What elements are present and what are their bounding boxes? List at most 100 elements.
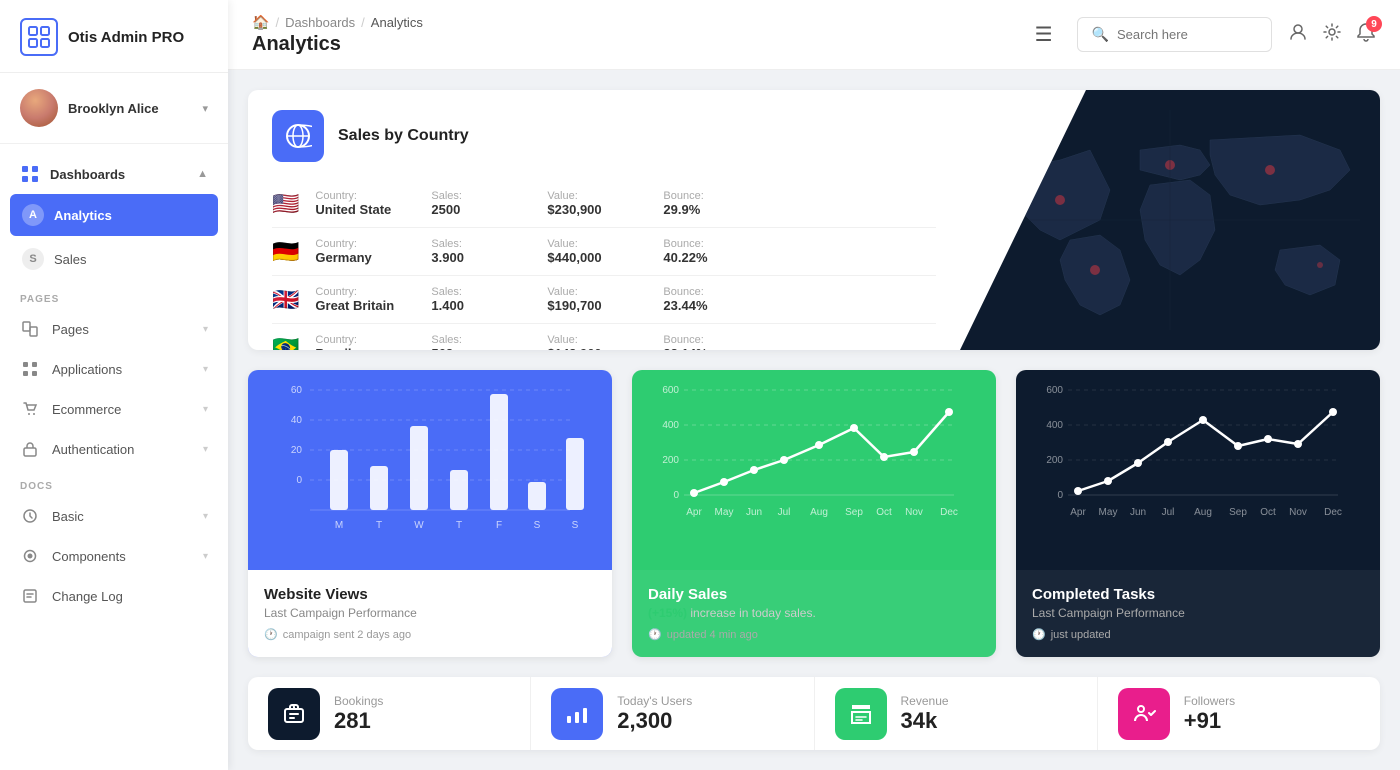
clock-icon3: 🕐 [1032, 628, 1046, 641]
sidebar-item-sales[interactable]: S Sales [10, 238, 218, 280]
settings-icon[interactable] [1322, 22, 1342, 47]
svg-text:Sep: Sep [1229, 507, 1247, 518]
chevron-up-icon: ▲ [197, 168, 208, 180]
col-value: $230,900 [547, 202, 647, 217]
sidebar-label-ecommerce: Ecommerce [52, 402, 191, 417]
line-chart-svg-green: 600 400 200 0 [648, 370, 980, 540]
svg-text:600: 600 [662, 385, 679, 396]
search-box: 🔍 [1077, 17, 1272, 52]
svg-text:M: M [335, 520, 343, 531]
sidebar-item-changelog[interactable]: Change Log [0, 576, 228, 616]
stat-today-users: Today's Users 2,300 [531, 677, 814, 750]
page-title: Analytics [252, 33, 1019, 56]
completed-tasks-info: Completed Tasks Last Campaign Performanc… [1016, 570, 1380, 657]
flag-br: 🇧🇷 [272, 335, 299, 351]
col-label: Country: [315, 190, 415, 202]
svg-text:Jul: Jul [778, 507, 791, 518]
followers-icon [1118, 688, 1170, 740]
sidebar-item-analytics[interactable]: A Analytics [10, 194, 218, 236]
sidebar: Otis Admin PRO Brooklyn Alice ▾ Dashboar… [0, 0, 228, 770]
svg-text:Aug: Aug [810, 507, 828, 518]
sidebar-item-basic[interactable]: Basic ▾ [0, 496, 228, 536]
chevron-down-icon5: ▾ [203, 511, 208, 522]
stat-bookings: Bookings 281 [248, 677, 531, 750]
search-input[interactable] [1117, 27, 1257, 42]
website-views-card: 60 40 20 0 [248, 370, 612, 657]
clock-icon2: 🕐 [648, 628, 662, 641]
svg-text:200: 200 [1046, 455, 1063, 466]
website-views-info: Website Views Last Campaign Performance … [248, 570, 612, 657]
col-value-br: Value: $143,960 [547, 334, 647, 350]
stat-followers: Followers +91 [1098, 677, 1380, 750]
notification-badge: 9 [1366, 16, 1382, 32]
map-container [960, 90, 1380, 350]
col-label: Bounce: [663, 190, 763, 202]
col-value-de: Value: $440,000 [547, 238, 647, 265]
col-label: Value: [547, 190, 647, 202]
sidebar-label-applications: Applications [52, 362, 191, 377]
sidebar-item-authentication[interactable]: Authentication ▾ [0, 429, 228, 469]
svg-text:Aug: Aug [1194, 507, 1212, 518]
sidebar-label-dashboards: Dashboards [50, 167, 187, 182]
table-row: 🇩🇪 Country: Germany Sales: 3.900 Value: … [272, 228, 936, 276]
sidebar-label-analytics: Analytics [54, 208, 206, 223]
chevron-down-icon: ▾ [203, 324, 208, 335]
col-country-br: Country: Brasil [315, 334, 415, 350]
user-profile[interactable]: Brooklyn Alice ▾ [0, 73, 228, 144]
sidebar-item-applications[interactable]: Applications ▾ [0, 349, 228, 389]
hamburger-icon[interactable]: ☰ [1035, 22, 1053, 47]
revenue-icon [835, 688, 887, 740]
sidebar-label-authentication: Authentication [52, 442, 191, 457]
breadcrumb: 🏠 / Dashboards / Analytics [252, 14, 1019, 31]
col-sales-de: Sales: 3.900 [431, 238, 531, 265]
svg-text:0: 0 [296, 475, 302, 486]
bar-chart-svg: 60 40 20 0 [264, 370, 596, 540]
user-icon[interactable] [1288, 22, 1308, 47]
sidebar-item-components[interactable]: Components ▾ [0, 536, 228, 576]
sales-country-card: Sales by Country 🇺🇸 Country: United Stat… [248, 90, 1380, 350]
col-value: 2500 [431, 202, 531, 217]
svg-text:Dec: Dec [940, 507, 958, 518]
notification-icon[interactable]: 9 [1356, 22, 1376, 47]
col-value: United State [315, 202, 415, 217]
completed-tasks-subtitle: Last Campaign Performance [1032, 606, 1364, 620]
world-map-area [960, 90, 1380, 350]
avatar [20, 89, 58, 127]
flag-gb: 🇬🇧 [272, 287, 299, 313]
col-country-de: Country: Germany [315, 238, 415, 265]
ecommerce-icon [20, 399, 40, 419]
svg-text:Oct: Oct [1260, 507, 1276, 518]
daily-sales-highlight: (+15%) [648, 606, 687, 620]
sidebar-item-ecommerce[interactable]: Ecommerce ▾ [0, 389, 228, 429]
world-map-svg [980, 110, 1360, 330]
line-chart-svg-dark: 600 400 200 0 [1032, 370, 1364, 540]
stat-followers-text: Followers +91 [1184, 694, 1235, 734]
daily-sales-meta: 🕐 updated 4 min ago [648, 628, 980, 641]
logo-icon [20, 18, 58, 56]
breadcrumb-dashboards[interactable]: Dashboards [285, 15, 355, 30]
bookings-icon [268, 688, 320, 740]
svg-text:Jul: Jul [1162, 507, 1175, 518]
country-table: 🇺🇸 Country: United State Sales: 2500 Val… [272, 180, 936, 350]
website-views-chart: 60 40 20 0 [248, 370, 612, 570]
col-country-us: Country: United State [315, 190, 415, 217]
col-value-gb: Value: $190,700 [547, 286, 647, 313]
col-country-gb: Country: Great Britain [315, 286, 415, 313]
svg-text:Jun: Jun [746, 507, 762, 518]
stat-revenue-text: Revenue 34k [901, 694, 949, 734]
sidebar-item-dashboards[interactable]: Dashboards ▲ [0, 154, 228, 194]
svg-text:May: May [1099, 507, 1118, 518]
svg-text:W: W [414, 520, 424, 531]
header: 🏠 / Dashboards / Analytics Analytics ☰ 🔍… [228, 0, 1400, 70]
sidebar-item-pages[interactable]: Pages ▾ [0, 309, 228, 349]
col-bounce-de: Bounce: 40.22% [663, 238, 763, 265]
svg-text:400: 400 [1046, 420, 1063, 431]
col-sales-gb: Sales: 1.400 [431, 286, 531, 313]
daily-sales-subtitle: (+15%) increase in today sales. [648, 606, 980, 620]
chevron-down-icon3: ▾ [203, 404, 208, 415]
flag-de: 🇩🇪 [272, 239, 299, 265]
svg-text:T: T [456, 520, 462, 531]
table-row: 🇧🇷 Country: Brasil Sales: 562 Value: $14… [272, 324, 936, 350]
svg-text:May: May [715, 507, 734, 518]
completed-tasks-chart: 600 400 200 0 [1016, 370, 1380, 570]
